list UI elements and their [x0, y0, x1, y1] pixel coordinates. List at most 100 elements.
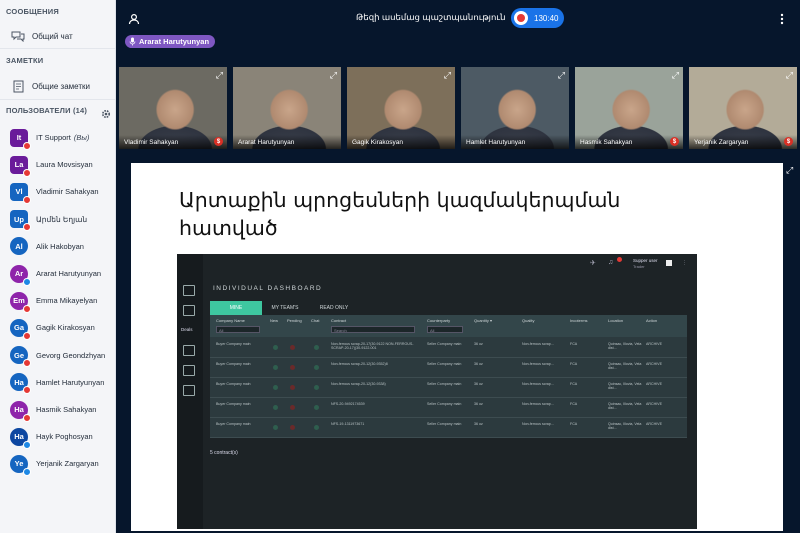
chat-indicator-icon: [314, 425, 319, 430]
avatar-initials: Ge: [13, 350, 24, 360]
gear-icon[interactable]: [101, 106, 111, 119]
table-cell: NFS-19-1311973671: [331, 422, 365, 426]
table-cell: ARCHIVE: [646, 362, 662, 366]
table-cell: ARCHIVE: [646, 422, 662, 426]
user-name-text: Yerjanik Zargaryan: [36, 459, 99, 469]
presentation-slide: Արտաքին պրոցեսների կազմակերպման հատված D…: [131, 163, 783, 531]
more-options-icon[interactable]: [780, 12, 784, 25]
participant-name: Hamlet Harutyunyan: [466, 139, 526, 146]
video-tile[interactable]: ⤢ Yerjanik Zargaryan $: [689, 67, 797, 149]
fullscreen-icon[interactable]: ⤢: [330, 70, 337, 81]
fullscreen-icon[interactable]: ⤢: [444, 70, 451, 81]
user-list-item[interactable]: Up Արմեն Եղյան: [0, 206, 115, 233]
home-icon: [183, 285, 195, 296]
user-name-text: Hayk Poghosyan: [36, 432, 93, 442]
video-tile[interactable]: ⤢ Hamlet Harutyunyan: [461, 67, 569, 149]
fullscreen-icon[interactable]: ⤢: [786, 70, 793, 81]
fullscreen-icon[interactable]: ⤢: [672, 70, 679, 81]
dashboard-tabs: MINE MY TEAM'S READ ONLY: [210, 301, 360, 315]
muted-mic-icon: [23, 195, 31, 204]
divider: [0, 99, 115, 100]
table-cell: Non-ferrous scrap...: [522, 362, 554, 366]
avatar: Vl: [10, 182, 31, 204]
notification-badge: [617, 257, 622, 262]
shared-notes-item[interactable]: Общие заметки: [0, 77, 115, 95]
user-list-item[interactable]: It IT Support (Вы): [0, 124, 115, 151]
user-list-item[interactable]: Ha Hamlet Harutyunyan: [0, 369, 115, 396]
avatar: Ha: [10, 400, 31, 422]
table-row: Buyer Company main Non-ferrous scrap-20-1…: [210, 359, 687, 378]
user-list-item[interactable]: Ga Gagik Kirakosyan: [0, 314, 115, 341]
muted-mic-icon: [23, 141, 31, 150]
user-name: Hasmik Sahakyan: [36, 405, 96, 414]
users-section-title: ПОЛЬЗОВАТЕЛИ (14): [6, 106, 88, 115]
table-cell: FCA: [570, 422, 578, 426]
table-cell: Quinsac, Illovia, Vela dist...: [608, 402, 642, 411]
avatar: Al: [10, 237, 28, 256]
video-tile[interactable]: ⤢ Gagik Kirakosyan: [347, 67, 455, 149]
video-tile[interactable]: ⤢ Hasmik Sahakyan $: [575, 67, 683, 149]
user-list-item[interactable]: Ha Hasmik Sahakyan: [0, 396, 115, 423]
chat-icon: [11, 29, 25, 43]
fullscreen-icon[interactable]: ⤢: [216, 70, 223, 81]
avatar-initials: Ha: [14, 405, 24, 414]
user-name-text: Hamlet Harutyunyan: [36, 377, 105, 387]
table-row: Buyer Company main NFS-20-9492174539 Selle…: [210, 399, 687, 418]
user-list-item[interactable]: Ar Ararat Harutyunyan: [0, 260, 115, 287]
dashboard-tab-label: MINE: [229, 305, 243, 311]
video-tile[interactable]: ⤢ Ararat Harutyunyan: [233, 67, 341, 149]
user-name-text: Gevorg Geondzhyan: [36, 350, 106, 360]
user-list-item[interactable]: Em Emma Mikayelyan: [0, 287, 115, 314]
public-chat-item[interactable]: Общий чат: [0, 27, 115, 45]
slide-title: Արտաքին պրոցեսների կազմակերպման հատված: [179, 186, 620, 242]
table-cell: Seller Company main: [427, 342, 462, 346]
user-list-item[interactable]: Ge Gevorg Geondzhyan: [0, 342, 115, 369]
user-list-item[interactable]: Ha Hayk Poghosyan: [0, 423, 115, 450]
dashboard-user-role: Trader: [633, 264, 645, 269]
record-timer: 130:40: [534, 13, 559, 23]
table-filter-input: All: [216, 326, 260, 333]
user-name: Vladimir Sahakyan: [36, 187, 99, 196]
pending-indicator-icon: [290, 345, 295, 350]
user-list-item[interactable]: Al Alik Hakobyan: [0, 233, 115, 260]
video-tile[interactable]: ⤢ Vladimir Sahakyan $: [119, 67, 227, 149]
table-cell: Non-ferrous scrap...: [522, 402, 554, 406]
avatar-initials: Ar: [14, 269, 24, 278]
column-header: Counterparty: [427, 318, 451, 323]
avatar: Ye: [10, 454, 31, 476]
user-name: Emma Mikayelyan: [36, 296, 97, 305]
table-header: Company Name New Pending Chat Contract Counte…: [210, 315, 687, 337]
user-list-item[interactable]: Vl Vladimir Sahakyan: [0, 178, 115, 205]
muted-mic-icon: [23, 304, 31, 313]
avatar: Em: [10, 291, 31, 313]
table-filter-input: All: [427, 326, 463, 333]
muted-mic-icon: [23, 223, 31, 232]
user-name: Ararat Harutyunyan: [36, 269, 101, 278]
talking-user-name: Ararat Harutyunyan: [139, 37, 210, 46]
contracts-table: Company Name New Pending Chat Contract Counte…: [210, 315, 687, 438]
column-header: Contract: [331, 318, 347, 323]
user-list-item[interactable]: Ye Yerjanik Zargaryan: [0, 450, 115, 477]
muted-mic-icon: [23, 331, 31, 340]
column-header: Quality: [522, 318, 535, 323]
participant-name: Hasmik Sahakyan: [580, 139, 633, 146]
notes-section-title: ЗАМЕТКИ: [6, 56, 44, 65]
table-cell: Non-ferrous scrap...: [522, 422, 554, 426]
fullscreen-icon[interactable]: ⤢: [558, 70, 565, 81]
new-indicator-icon: [273, 405, 278, 410]
fullscreen-presentation-icon[interactable]: ⤢: [786, 165, 793, 176]
avatar: Ga: [10, 318, 31, 340]
folder-icon: [183, 345, 195, 356]
avatar-initials: Ye: [14, 459, 24, 469]
user-list-item[interactable]: La Laura Movsisyan: [0, 151, 115, 178]
public-chat-label: Общий чат: [32, 31, 73, 41]
new-indicator-icon: [273, 365, 278, 370]
user-name: Gagik Kirakosyan: [36, 323, 95, 332]
table-cell: Quinsac, Illovia, Vela dist...: [608, 362, 642, 371]
muted-mic-icon: [23, 413, 31, 422]
messages-section-title: СООБЩЕНИЯ: [6, 7, 59, 16]
avatar-initials: Em: [13, 296, 25, 306]
user-list-toggle-icon[interactable]: [128, 12, 140, 25]
recording-indicator[interactable]: 130:40: [511, 8, 564, 28]
participant-name: Gagik Kirakosyan: [352, 139, 403, 146]
